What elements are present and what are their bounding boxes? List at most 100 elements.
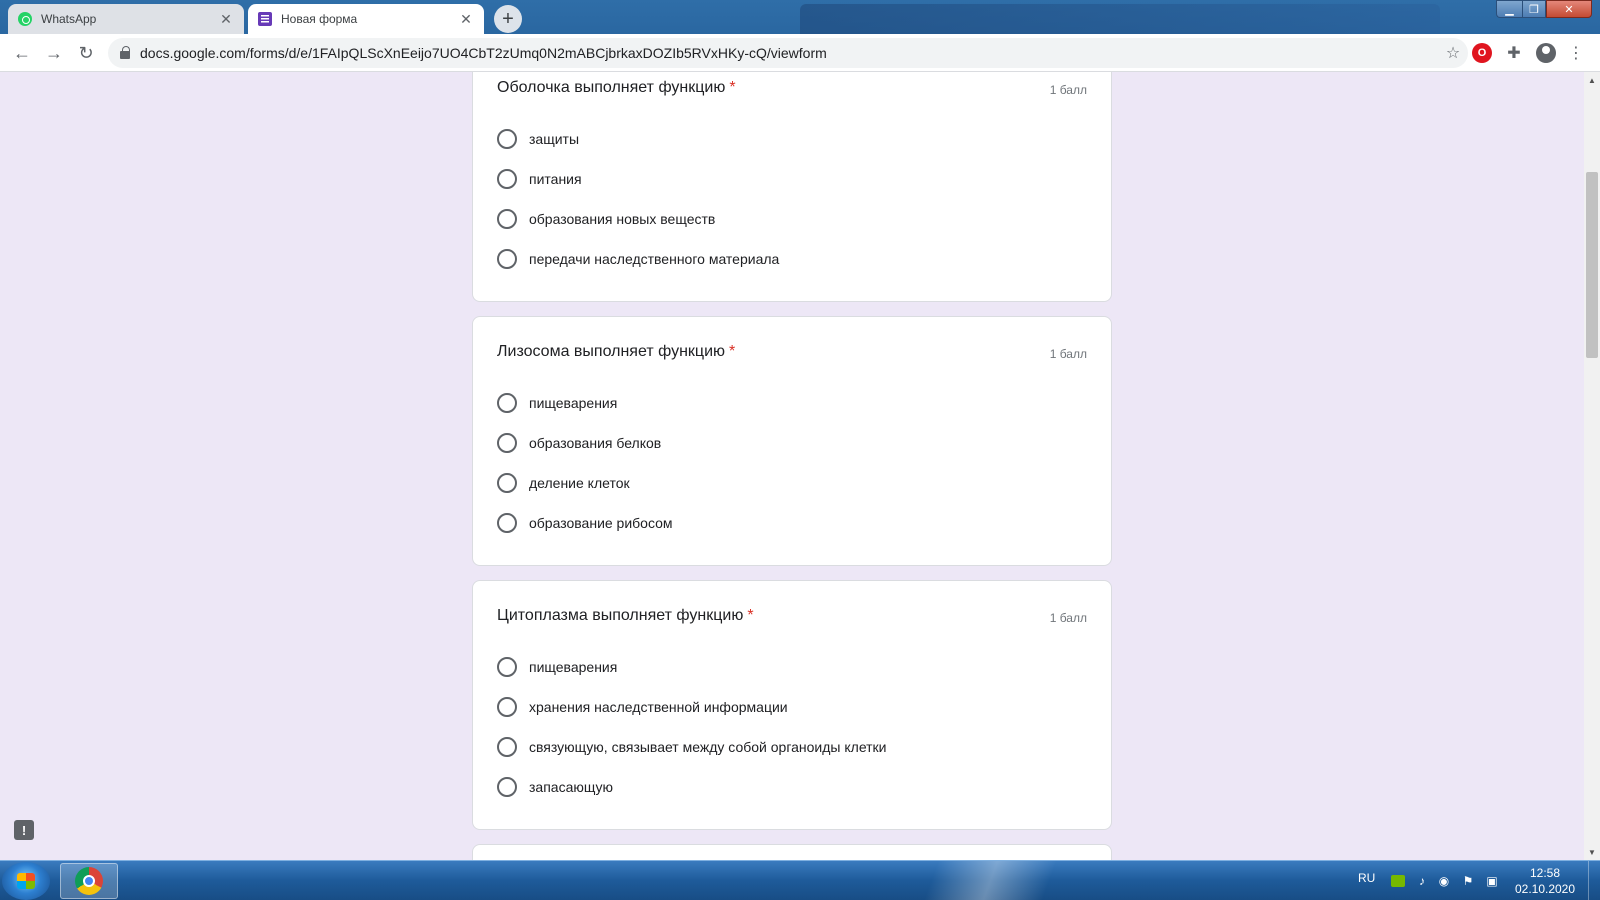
radio-option[interactable]: образование рибосом bbox=[497, 511, 673, 535]
option-label: связующую, связывает между собой органои… bbox=[529, 739, 887, 755]
opera-adblock-extension-icon[interactable]: O bbox=[1472, 43, 1492, 63]
radio-option[interactable]: передачи наследственного материала bbox=[497, 247, 779, 271]
window-minimize-button[interactable]: ▁ bbox=[1496, 0, 1522, 18]
option-label: образования новых веществ bbox=[529, 211, 716, 227]
vertical-scrollbar[interactable]: ▲ ▼ bbox=[1584, 72, 1600, 860]
google-forms-icon bbox=[258, 12, 272, 26]
reload-button[interactable]: ↻ bbox=[74, 41, 98, 65]
radio-option[interactable]: образования белков bbox=[497, 431, 661, 455]
tab-new-form[interactable]: Новая форма ✕ bbox=[248, 4, 484, 34]
language-indicator[interactable]: RU bbox=[1358, 871, 1375, 885]
option-label: деление клеток bbox=[529, 475, 630, 491]
chrome-icon bbox=[75, 867, 103, 895]
radio-option[interactable]: запасающую bbox=[497, 775, 613, 799]
browser-menu-icon[interactable]: ⋮ bbox=[1566, 43, 1586, 63]
option-label: образование рибосом bbox=[529, 515, 673, 531]
lock-icon bbox=[120, 46, 130, 59]
option-label: пищеварения bbox=[529, 659, 618, 675]
browser-tab-strip: WhatsApp ✕ Новая форма ✕ + ▁ ❐ ✕ bbox=[0, 0, 1600, 34]
radio-button[interactable] bbox=[497, 697, 517, 717]
arrow-right-icon: → bbox=[45, 42, 63, 63]
radio-button[interactable] bbox=[497, 777, 517, 797]
question-title: Оболочка выполняет функцию * bbox=[497, 79, 736, 96]
nvidia-icon bbox=[1391, 875, 1405, 887]
clock-date: 02.10.2020 bbox=[1514, 882, 1576, 896]
background-window-tabs bbox=[800, 4, 1440, 34]
question-title: Цитоплазма выполняет функцию * bbox=[497, 607, 754, 624]
tab-whatsapp[interactable]: WhatsApp ✕ bbox=[8, 4, 244, 34]
report-feedback-icon[interactable]: ! bbox=[14, 820, 34, 840]
address-bar[interactable]: docs.google.com/forms/d/e/1FAIpQLScXnEei… bbox=[108, 38, 1468, 68]
question-card bbox=[472, 844, 1112, 860]
clock-time: 12:58 bbox=[1529, 866, 1561, 880]
question-card: Оболочка выполняет функцию * 1 балл защит… bbox=[472, 72, 1112, 302]
radio-option[interactable]: связующую, связывает между собой органои… bbox=[497, 735, 887, 759]
radio-button[interactable] bbox=[497, 393, 517, 413]
taskbar-glass-decoration bbox=[820, 861, 1200, 900]
url-text[interactable]: docs.google.com/forms/d/e/1FAIpQLScXnEei… bbox=[140, 45, 1438, 61]
scroll-down-arrow-icon[interactable]: ▼ bbox=[1584, 844, 1600, 860]
radio-button[interactable] bbox=[497, 737, 517, 757]
browser-toolbar: ← → ↻ docs.google.com/forms/d/e/1FAIpQLS… bbox=[0, 34, 1600, 72]
back-button[interactable]: ← bbox=[10, 41, 34, 65]
action-center-flag-icon[interactable]: ⚑ bbox=[1460, 873, 1476, 889]
question-card: Лизосома выполняет функцию * 1 балл пищев… bbox=[472, 316, 1112, 566]
tab-label: Новая форма bbox=[281, 12, 358, 26]
start-button[interactable] bbox=[2, 862, 50, 900]
scrollbar-thumb[interactable] bbox=[1586, 172, 1598, 358]
question-points: 1 балл bbox=[1049, 83, 1087, 97]
radio-option[interactable]: деление клеток bbox=[497, 471, 630, 495]
option-label: передачи наследственного материала bbox=[529, 251, 780, 267]
new-tab-button[interactable]: + bbox=[494, 5, 522, 33]
plus-icon: + bbox=[502, 8, 514, 30]
profile-avatar-icon[interactable] bbox=[1536, 43, 1556, 63]
windows-taskbar: RU ♪ ◉ ⚑ ▣ 12:58 02.10.2020 bbox=[0, 860, 1600, 900]
radio-option[interactable]: пищеварения bbox=[497, 655, 617, 679]
scroll-up-arrow-icon[interactable]: ▲ bbox=[1584, 72, 1600, 88]
network-monitor-icon[interactable]: ▣ bbox=[1484, 873, 1500, 889]
bookmark-star-icon[interactable]: ☆ bbox=[1438, 43, 1468, 63]
restore-icon: ❐ bbox=[1529, 3, 1539, 16]
show-desktop-button[interactable] bbox=[1588, 861, 1600, 900]
option-label: питания bbox=[529, 171, 582, 187]
arrow-left-icon: ← bbox=[13, 42, 31, 63]
taskbar-chrome-button[interactable] bbox=[60, 863, 118, 899]
radio-button[interactable] bbox=[497, 169, 517, 189]
required-asterisk: * bbox=[729, 79, 736, 96]
window-maximize-button[interactable]: ❐ bbox=[1522, 0, 1546, 18]
volume-icon[interactable]: ♪ bbox=[1414, 873, 1430, 889]
radio-button[interactable] bbox=[497, 433, 517, 453]
question-points: 1 балл bbox=[1049, 347, 1087, 361]
nvidia-tray[interactable] bbox=[1390, 873, 1406, 889]
option-label: хранения наследственной информации bbox=[529, 699, 788, 715]
extensions-puzzle-icon[interactable]: ✚ bbox=[1504, 43, 1524, 63]
tab-label: WhatsApp bbox=[41, 12, 97, 26]
system-clock[interactable]: 12:58 02.10.2020 bbox=[1510, 865, 1580, 897]
radio-option[interactable]: образования новых веществ bbox=[497, 207, 715, 231]
forward-button[interactable]: → bbox=[42, 41, 66, 65]
radio-button[interactable] bbox=[497, 249, 517, 269]
network-globe-icon[interactable]: ◉ bbox=[1436, 873, 1452, 889]
page-viewport: Оболочка выполняет функцию * 1 балл защит… bbox=[0, 72, 1584, 860]
question-points: 1 балл bbox=[1049, 611, 1087, 625]
radio-button[interactable] bbox=[497, 129, 517, 149]
close-icon: ✕ bbox=[1564, 3, 1574, 16]
required-asterisk: * bbox=[729, 343, 736, 360]
radio-button[interactable] bbox=[497, 473, 517, 493]
tab-close-icon[interactable]: ✕ bbox=[218, 11, 234, 28]
radio-option[interactable]: хранения наследственной информации bbox=[497, 695, 788, 719]
option-label: образования белков bbox=[529, 435, 662, 451]
option-label: запасающую bbox=[529, 779, 614, 795]
question-card: Цитоплазма выполняет функцию * 1 балл пищ… bbox=[472, 580, 1112, 830]
radio-option[interactable]: пищеварения bbox=[497, 391, 617, 415]
window-close-button[interactable]: ✕ bbox=[1546, 0, 1592, 18]
radio-button[interactable] bbox=[497, 513, 517, 533]
radio-button[interactable] bbox=[497, 209, 517, 229]
option-label: защиты bbox=[529, 131, 580, 147]
tab-close-icon[interactable]: ✕ bbox=[458, 11, 474, 28]
radio-option[interactable]: защиты bbox=[497, 127, 579, 151]
option-label: пищеварения bbox=[529, 395, 618, 411]
minimize-icon: ▁ bbox=[1505, 3, 1514, 16]
radio-button[interactable] bbox=[497, 657, 517, 677]
radio-option[interactable]: питания bbox=[497, 167, 582, 191]
